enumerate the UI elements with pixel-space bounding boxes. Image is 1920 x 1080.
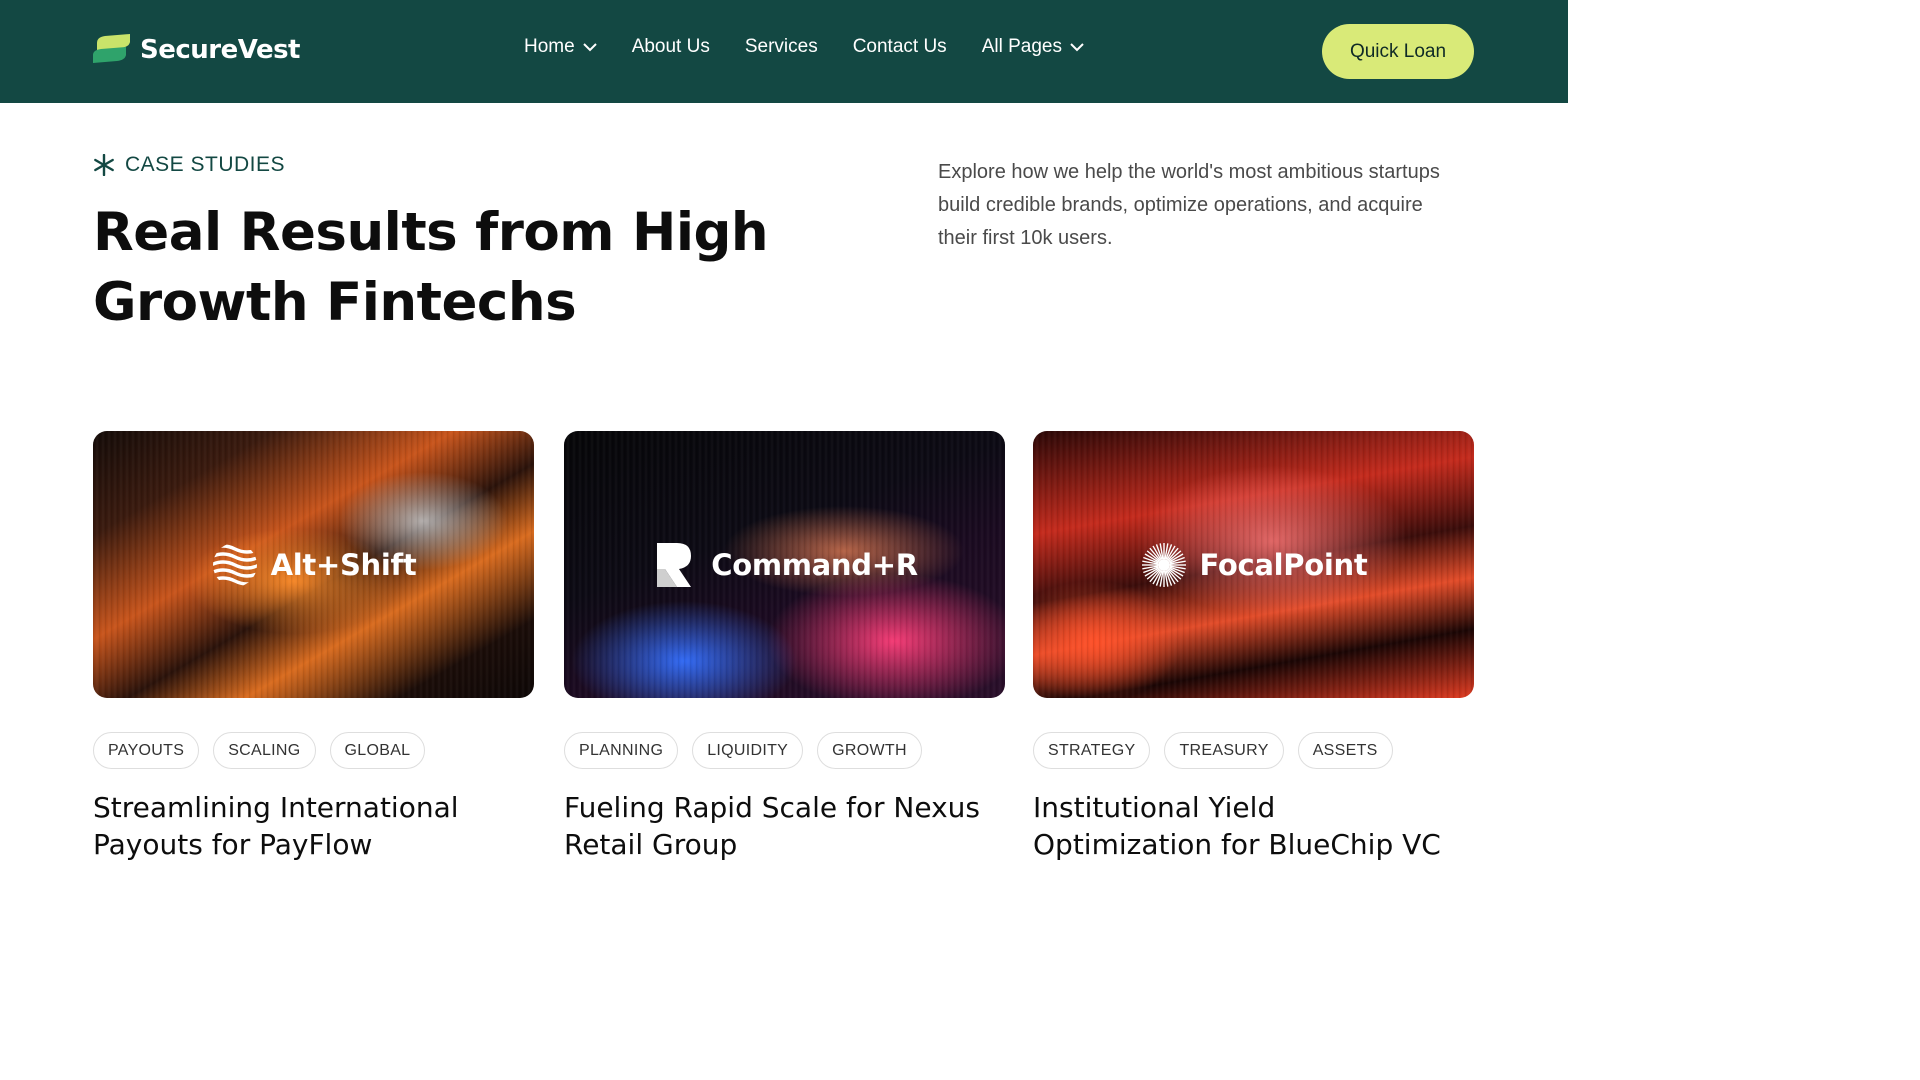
page-title: Real Results from High Growth Fintechs — [93, 202, 769, 333]
tag[interactable]: PLANNING — [564, 732, 679, 769]
nav-item-label: All Pages — [981, 36, 1062, 57]
eyebrow-label: CASE STUDIES — [125, 153, 286, 176]
card-cover-image[interactable]: Alt+Shift — [93, 431, 534, 698]
case-study-card[interactable]: FocalPoint STRATEGY TREASURY ASSETS Inst… — [1033, 431, 1474, 863]
site-header: SecureVest Home About Us Services Contac… — [0, 0, 1568, 103]
nav-item-label: Services — [744, 36, 818, 57]
tag-list: STRATEGY TREASURY ASSETS — [1033, 732, 1474, 769]
card-title[interactable]: Streamlining International Payouts for P… — [93, 789, 513, 863]
page-description: Explore how we help the world's most amb… — [938, 161, 1440, 249]
nav-item-label: About Us — [631, 36, 710, 57]
tag[interactable]: TREASURY — [1164, 732, 1284, 769]
tag[interactable]: GROWTH — [817, 732, 922, 769]
card-logo: FocalPoint — [1033, 541, 1474, 589]
chevron-down-icon — [1070, 42, 1084, 51]
card-cover-image[interactable]: FocalPoint — [1033, 431, 1474, 698]
nav-item-home[interactable]: Home — [524, 36, 597, 58]
tag[interactable]: LIQUIDITY — [692, 732, 804, 769]
card-logo-name: Alt+Shift — [270, 548, 417, 582]
tag-list: PLANNING LIQUIDITY GROWTH — [564, 732, 1005, 769]
card-logo: Command+R — [564, 541, 1005, 589]
nav-item-label: Contact Us — [852, 36, 947, 57]
card-logo-name: Command+R — [711, 548, 918, 582]
tag[interactable]: GLOBAL — [329, 732, 426, 769]
nav-item-services[interactable]: Services — [745, 36, 818, 58]
main-nav: Home About Us Services Contact Us All Pa… — [524, 36, 1084, 58]
asterisk-icon — [94, 154, 114, 176]
card-logo-name: FocalPoint — [1199, 548, 1368, 582]
tag[interactable]: SCALING — [213, 732, 316, 769]
tag-list: PAYOUTS SCALING GLOBAL — [93, 732, 534, 769]
waves-globe-icon — [212, 544, 257, 586]
brand-name: SecureVest — [140, 35, 300, 65]
card-title[interactable]: Fueling Rapid Scale for Nexus Retail Gro… — [564, 789, 984, 863]
card-logo: Alt+Shift — [93, 541, 534, 589]
nav-item-contact-us[interactable]: Contact Us — [853, 36, 947, 58]
case-study-card[interactable]: Alt+Shift PAYOUTS SCALING GLOBAL Streaml… — [93, 431, 534, 863]
quick-loan-button[interactable]: Quick Loan — [1322, 24, 1474, 79]
tag[interactable]: ASSETS — [1297, 732, 1393, 769]
card-cover-image[interactable]: Command+R — [564, 431, 1005, 698]
case-study-card[interactable]: Command+R PLANNING LIQUIDITY GROWTH Fuel… — [564, 431, 1005, 863]
nav-item-about-us[interactable]: About Us — [632, 36, 710, 58]
section-eyebrow: CASE STUDIES — [93, 153, 285, 177]
card-title[interactable]: Institutional Yield Optimization for Blu… — [1033, 789, 1453, 863]
tag[interactable]: STRATEGY — [1033, 732, 1151, 769]
tag[interactable]: PAYOUTS — [93, 732, 200, 769]
r-letter-icon — [657, 543, 692, 587]
brand-logo-icon — [93, 34, 130, 63]
chevron-down-icon — [582, 42, 597, 51]
starburst-icon — [1141, 543, 1186, 587]
nav-item-all-pages[interactable]: All Pages — [982, 36, 1084, 58]
brand-logo-link[interactable]: SecureVest — [93, 33, 300, 67]
nav-item-label: Home — [524, 36, 575, 57]
